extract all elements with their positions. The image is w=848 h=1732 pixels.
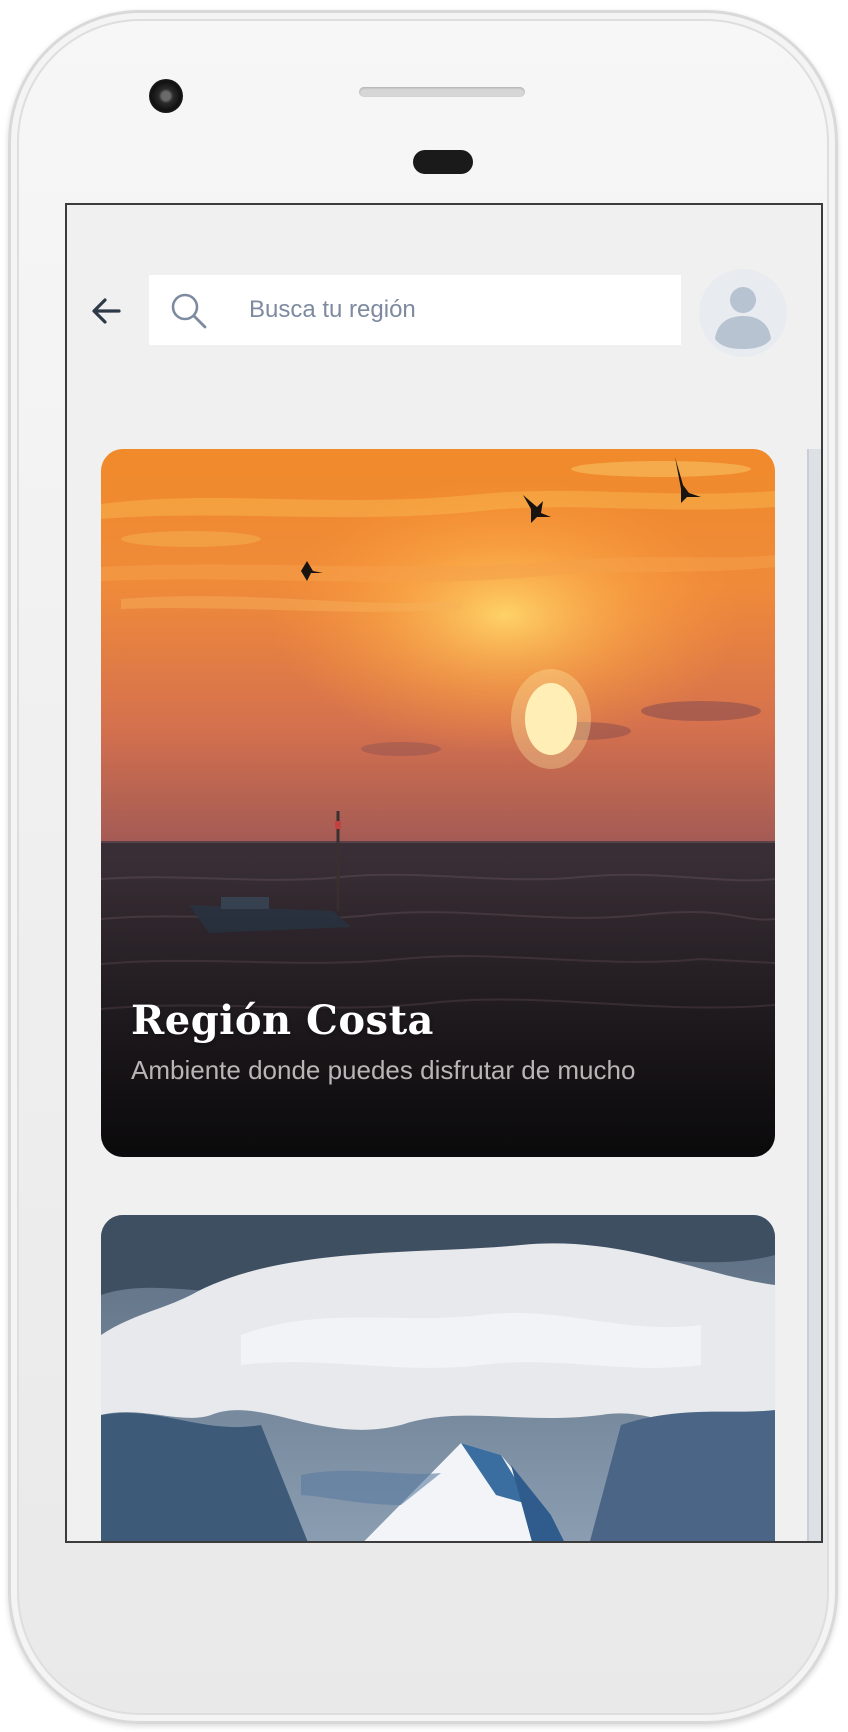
region-card-costa[interactable]: Región Costa Ambiente donde puedes disfr…	[101, 449, 775, 1157]
search-icon[interactable]	[167, 289, 211, 333]
top-bar	[67, 269, 821, 361]
back-button[interactable]	[85, 289, 129, 333]
card-title: Región Costa	[131, 997, 434, 1044]
search-input[interactable]	[249, 275, 669, 345]
search-bar	[149, 275, 681, 345]
profile-avatar-button[interactable]	[699, 269, 787, 357]
earpiece-speaker	[359, 87, 525, 97]
proximity-sensor	[413, 150, 473, 174]
sunset-sea-image	[101, 449, 775, 1157]
front-camera	[149, 79, 183, 113]
card-subtitle: Ambiente donde puedes disfrutar de mucho	[131, 1055, 636, 1085]
snowy-mountain-image	[101, 1215, 775, 1541]
region-card-mountain[interactable]	[101, 1215, 775, 1541]
app-screen: Región Costa Ambiente donde puedes disfr…	[65, 203, 823, 1543]
phone-frame: Región Costa Ambiente donde puedes disfr…	[8, 10, 838, 1724]
scrollbar[interactable]	[807, 449, 821, 1541]
user-avatar-icon	[715, 287, 771, 349]
arrow-left-icon	[92, 298, 121, 324]
